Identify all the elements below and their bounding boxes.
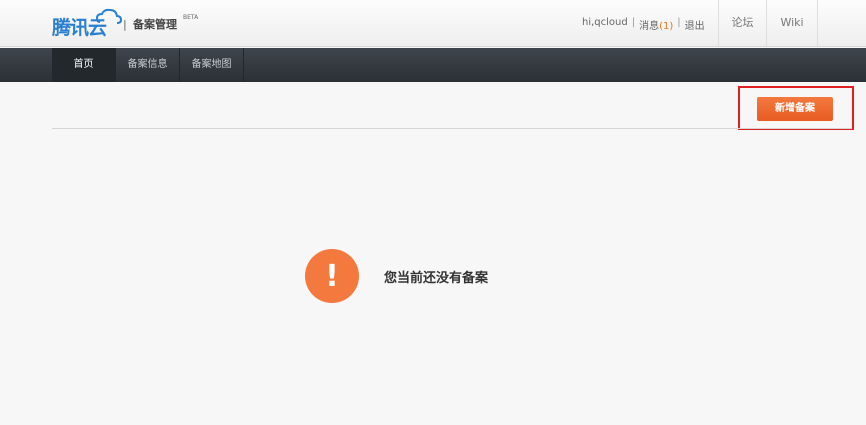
content-divider (52, 128, 852, 129)
nav-item-filing-map[interactable]: 备案地图 (180, 48, 244, 82)
divider: | (677, 17, 681, 28)
forum-link[interactable]: 论坛 (718, 0, 766, 46)
logout-link[interactable]: 退出 (685, 17, 705, 32)
nav-item-filing-info[interactable]: 备案信息 (116, 48, 180, 82)
messages-label: 消息 (639, 21, 660, 32)
username[interactable]: hi,qcloud (582, 17, 628, 32)
app-title: 备案管理 (133, 18, 177, 31)
empty-state: ! 您当前还没有备案 (305, 249, 488, 303)
empty-message: 您当前还没有备案 (384, 270, 489, 286)
title-separator: | (123, 18, 127, 31)
cloud-icon (96, 8, 122, 24)
messages-count: (1) (659, 21, 674, 32)
nav-item-home[interactable]: 首页 (52, 48, 116, 82)
logo[interactable]: 腾讯云 (52, 8, 122, 40)
top-bar: 腾讯云 | 备案管理 BETA hi,qcloud | 消息(1) | 退出 论… (0, 0, 866, 47)
user-links: hi,qcloud | 消息(1) | 退出 (582, 17, 705, 32)
divider: | (631, 17, 636, 28)
new-filing-button[interactable]: 新增备案 (757, 97, 833, 121)
messages-link[interactable]: 消息(1) (639, 17, 673, 32)
wiki-link[interactable]: Wiki (766, 0, 818, 46)
main-nav: 首页 备案信息 备案地图 (0, 48, 866, 82)
warning-icon: ! (305, 249, 359, 303)
beta-badge: BETA (183, 14, 199, 21)
